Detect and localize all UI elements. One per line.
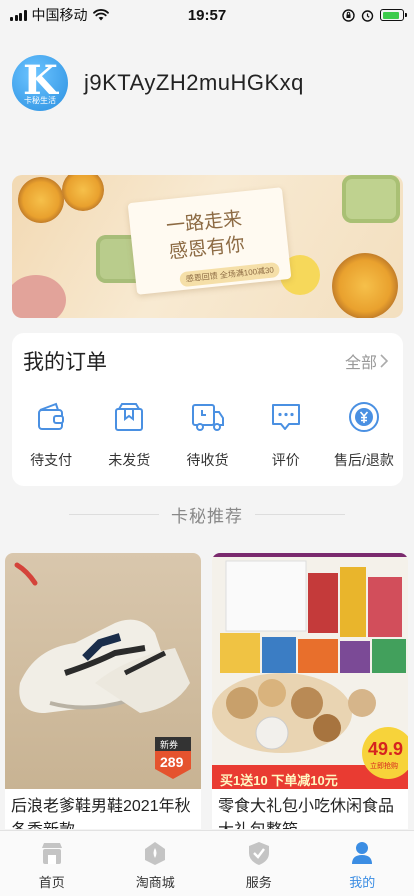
banner-tag: 感恩回馈 全场满100减30 (179, 261, 281, 288)
product-title: 零食大礼包小吃休闲食品大礼包整箱 (218, 798, 395, 829)
product-card[interactable]: 买1送10 下单减10元 49.9 立即抢购 零食大礼包小吃休闲食品大礼包整箱 (212, 553, 408, 829)
order-not-shipped[interactable]: 未发货 (90, 399, 168, 470)
person-icon (352, 842, 373, 864)
mooncake-image (342, 175, 400, 223)
order-label: 待支付 (30, 452, 73, 468)
order-after-sales[interactable]: 售后/退款 (325, 399, 403, 470)
greeting-card: 一路走来 感恩有你 感恩回馈 全场满100减30 (127, 187, 292, 295)
order-pending-payment[interactable]: 待支付 (12, 399, 90, 470)
comment-bubble-icon (268, 399, 304, 435)
orders-view-all[interactable]: 全部 (345, 349, 389, 373)
promo-banner[interactable]: 一路走来 感恩有你 感恩回馈 全场满100减30 (12, 175, 403, 318)
order-label: 评价 (271, 452, 300, 468)
battery-icon (380, 9, 407, 21)
macaron-image (12, 275, 66, 318)
tab-label: 淘商城 (135, 875, 175, 890)
wallet-icon (33, 399, 69, 435)
tab-service[interactable]: 服务 (207, 831, 311, 896)
package-box-icon (111, 399, 147, 435)
recommend-header: 卡秘推荐 (0, 502, 414, 527)
chevron-right-icon (380, 354, 389, 368)
tab-mall[interactable]: 淘商城 (104, 831, 208, 896)
username: j9KTAyZH2muHGKxq (84, 70, 304, 95)
tab-label: 服务 (245, 875, 272, 890)
carrier-label: 中国移动 (31, 7, 88, 23)
shop-icon (41, 843, 62, 864)
order-awaiting-receipt[interactable]: 待收货 (168, 399, 246, 470)
product-card[interactable]: 新券 289 后浪老爹鞋男鞋2021年秋冬季新款 (5, 553, 201, 829)
wifi-icon (92, 9, 109, 21)
divider (69, 514, 159, 515)
avatar-logo-caption: 卡秘生活 (24, 96, 56, 105)
status-time: 19:57 (187, 6, 227, 24)
order-label: 未发货 (108, 452, 151, 468)
price-badge: 289 (160, 754, 184, 770)
profile-header[interactable]: K 卡秘生活 j9KTAyZH2muHGKxq (12, 55, 304, 111)
order-review[interactable]: 评价 (247, 399, 325, 470)
mall-tag-icon (145, 842, 166, 865)
bottom-tab-bar: 首页 淘商城 服务 我的 (0, 830, 414, 896)
avatar[interactable]: K 卡秘生活 (12, 55, 68, 111)
divider (255, 514, 345, 515)
egg-tart-image (18, 177, 64, 223)
tab-mine[interactable]: 我的 (311, 831, 414, 896)
order-label: 待收货 (186, 452, 229, 468)
recommend-title: 卡秘推荐 (171, 507, 243, 526)
tab-home[interactable]: 首页 (0, 831, 104, 896)
delivery-truck-icon (190, 399, 226, 435)
cellular-signal-icon (10, 9, 27, 21)
egg-tart-image (62, 175, 104, 211)
price-badge-label: 新券 (160, 740, 179, 750)
orientation-lock-icon (342, 8, 355, 22)
order-label: 售后/退款 (333, 452, 394, 468)
my-orders-card: 我的订单 全部 待支付 未发货 待收货 评价 售后/退款 (12, 333, 403, 486)
banner-headline: 一路走来 感恩有你 (165, 207, 246, 264)
tab-label: 我的 (349, 875, 376, 890)
product-title: 后浪老爹鞋男鞋2021年秋冬季新款 (11, 798, 191, 829)
status-bar: 中国移动 19:57 (0, 0, 414, 30)
promo-strip: 买1送10 下单减10元 (220, 773, 338, 788)
tab-label: 首页 (38, 875, 65, 890)
price-badge: 49.9 (368, 739, 404, 759)
egg-tart-image (332, 253, 398, 318)
alarm-icon (361, 9, 374, 22)
orders-title: 我的订单 (23, 351, 107, 374)
price-note: 立即抢购 (370, 763, 398, 770)
refund-yen-icon (346, 399, 382, 435)
shield-check-icon (248, 842, 269, 865)
